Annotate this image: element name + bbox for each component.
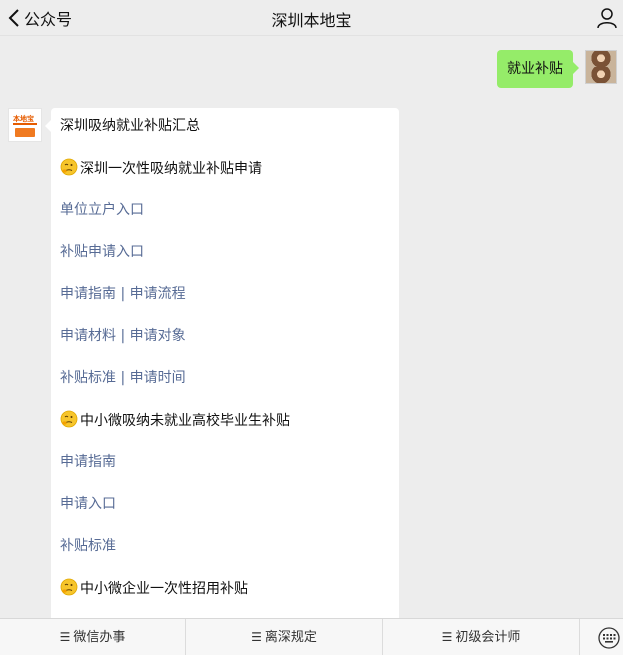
message-link[interactable]: 申请指南 | 申请流程 bbox=[60, 284, 186, 304]
thinking-emoji-icon bbox=[60, 158, 78, 176]
wechat-chat-screen: 公众号 深圳本地宝 就业补贴 本地宝 深圳吸纳就业补贴汇总深圳一次性吸纳就业补贴… bbox=[0, 0, 623, 655]
chat-title: 深圳本地宝 bbox=[271, 11, 352, 30]
message-line-label: 补贴标准 bbox=[60, 538, 116, 554]
message-line-label: 单位立户入口 bbox=[60, 202, 144, 218]
thinking-emoji-icon bbox=[60, 410, 78, 428]
user-profile-icon[interactable] bbox=[595, 6, 619, 30]
message-line-label: 补贴申请入口 bbox=[60, 244, 144, 260]
message-line-label: 申请材料 | 申请对象 bbox=[60, 328, 186, 344]
message-link[interactable]: 补贴标准 | 申请时间 bbox=[60, 368, 186, 388]
menu-item-2[interactable]: ☰ 离深规定 bbox=[186, 619, 382, 655]
message-link[interactable]: 补贴申请入口 bbox=[60, 242, 144, 262]
menu-divider bbox=[579, 619, 580, 655]
menu-item-label: 离深规定 bbox=[264, 630, 317, 645]
avatar-photo-top bbox=[586, 51, 616, 67]
message-link[interactable]: 申请材料 | 申请对象 bbox=[60, 326, 186, 346]
message-line-label: 中小微企业一次性招用补贴 bbox=[80, 581, 248, 597]
menu-item-1[interactable]: ☰ 微信办事 bbox=[0, 619, 185, 655]
hamburger-icon: ☰ bbox=[441, 630, 453, 644]
message-line-label: 申请指南 | 申请流程 bbox=[60, 286, 186, 302]
keyboard-icon[interactable] bbox=[598, 627, 620, 649]
avatar-logo-line bbox=[13, 123, 37, 125]
message-line-label: 申请入口 bbox=[60, 496, 116, 512]
account-message-bubble: 深圳吸纳就业补贴汇总深圳一次性吸纳就业补贴申请单位立户入口 补贴申请入口申请指南 … bbox=[51, 108, 399, 618]
message-text: 中小微吸纳未就业高校毕业生补贴 bbox=[60, 410, 290, 431]
message-line-label: 补贴标准 | 申请时间 bbox=[60, 370, 186, 386]
account-avatar[interactable]: 本地宝 bbox=[8, 108, 42, 142]
hamburger-icon: ☰ bbox=[251, 630, 262, 644]
bottom-menu-bar: ☰ 微信办事 ☰ 离深规定 ☰ 初级会计师 bbox=[0, 618, 623, 655]
message-link[interactable]: 申请指南 bbox=[60, 452, 116, 472]
message-line-label: 深圳吸纳就业补贴汇总 bbox=[60, 118, 200, 134]
avatar-logo-badge bbox=[15, 128, 35, 137]
message-link[interactable]: 申请入口 bbox=[60, 494, 116, 514]
menu-item-label: 微信办事 bbox=[73, 630, 126, 645]
avatar-photo-bottom bbox=[586, 67, 616, 83]
message-text: 中小微企业一次性招用补贴 bbox=[60, 578, 248, 599]
message-link[interactable]: 单位立户入口 bbox=[60, 200, 144, 220]
message-link[interactable]: 补贴标准 bbox=[60, 536, 116, 556]
menu-item-3[interactable]: ☰ 初级会计师 bbox=[383, 619, 579, 655]
message-text: 深圳一次性吸纳就业补贴申请 bbox=[60, 158, 262, 179]
top-bar: 公众号 深圳本地宝 bbox=[0, 0, 623, 36]
hamburger-icon: ☰ bbox=[59, 630, 71, 644]
menu-item-label: 初级会计师 bbox=[455, 630, 521, 645]
my-message-bubble[interactable]: 就业补贴 bbox=[497, 50, 579, 88]
message-line-label: 申请指南 bbox=[60, 454, 116, 470]
message-text: 深圳吸纳就业补贴汇总 bbox=[60, 116, 200, 136]
thinking-emoji-icon bbox=[60, 578, 78, 596]
message-line-label: 中小微吸纳未就业高校毕业生补贴 bbox=[80, 413, 290, 429]
my-avatar[interactable] bbox=[585, 50, 617, 84]
message-line-label: 深圳一次性吸纳就业补贴申请 bbox=[80, 161, 262, 177]
chat-area[interactable]: 就业补贴 本地宝 深圳吸纳就业补贴汇总 深圳一次性吸纳就业补贴申请 单位立户入口 补贴… bbox=[0, 36, 623, 618]
